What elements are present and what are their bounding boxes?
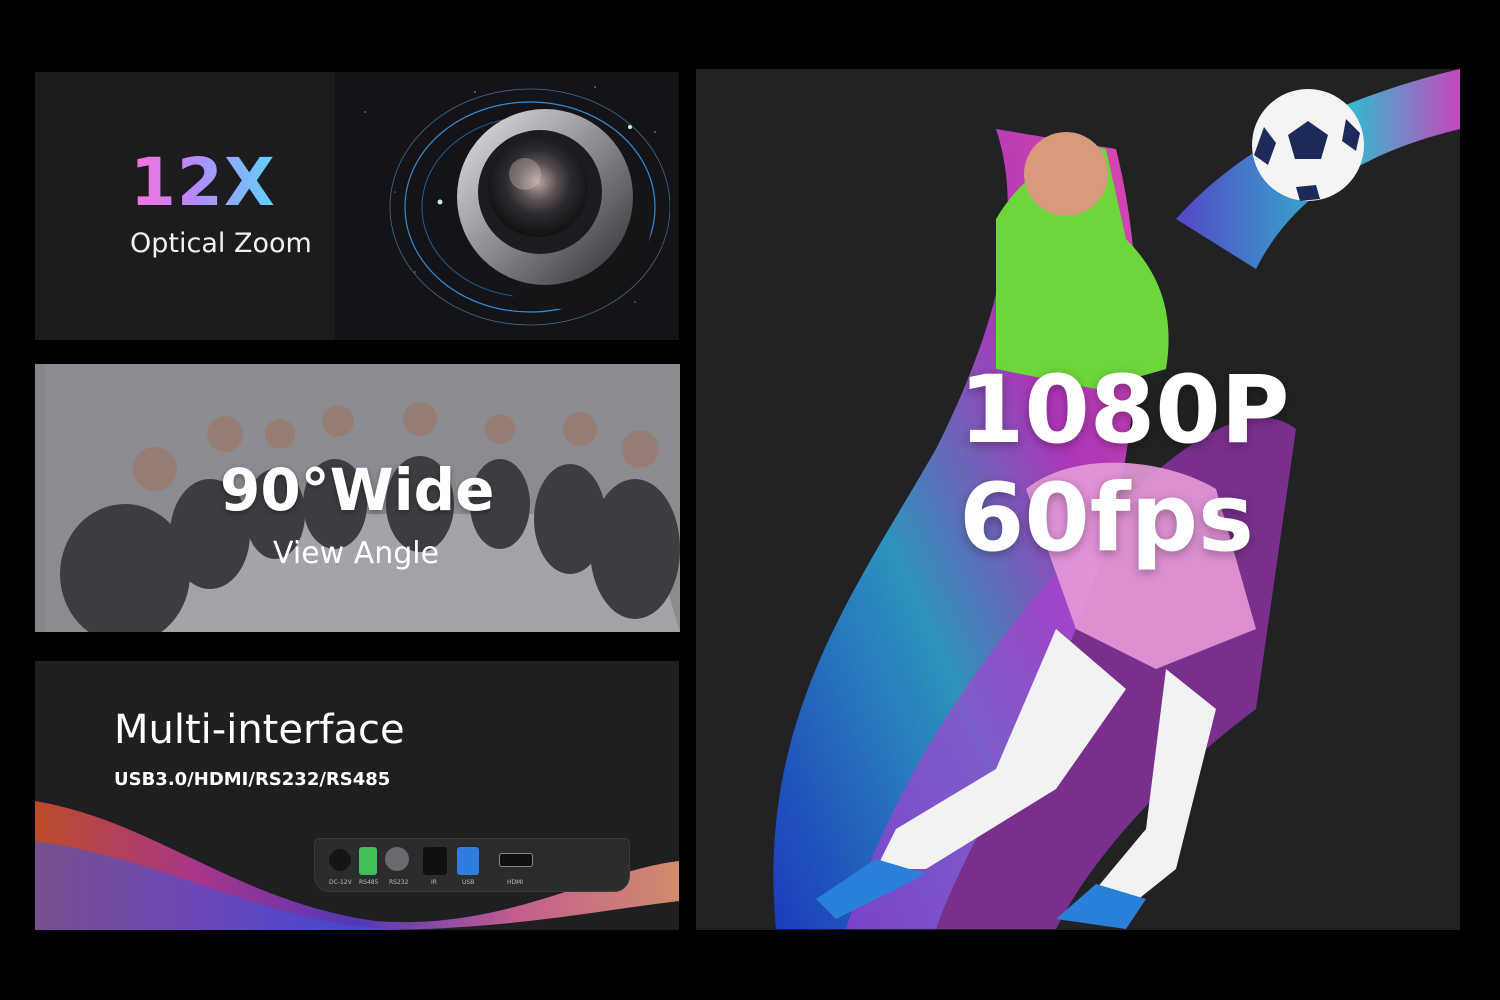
framerate-value: 60fps (959, 464, 1254, 573)
interface-panel: Multi-interface USB3.0/HDMI/RS232/RS485 … (35, 661, 679, 930)
usb-port (457, 847, 479, 875)
ir-window (423, 847, 447, 875)
device-rear-panel: DC-12V RS485 RS232 IR USB HDMI (314, 838, 630, 892)
port-label: IR (431, 879, 437, 886)
port-label: HDMI (507, 879, 524, 886)
optical-zoom-panel: 12X Optical Zoom (35, 72, 679, 340)
wide-angle-value: 90°Wide (220, 456, 495, 524)
dc-power-port (329, 849, 351, 871)
interface-title: Multi-interface (114, 707, 405, 753)
resolution-framerate-headline: 1080P 60fps (959, 357, 1290, 573)
camera-lens-image (389, 88, 670, 326)
port-label: RS232 (389, 879, 409, 886)
rs485-port (359, 847, 377, 875)
wide-angle-label: View Angle (273, 536, 440, 571)
port-label: USB (462, 879, 475, 886)
resolution-value: 1080P (959, 356, 1290, 465)
zoom-value: 12X (130, 144, 276, 221)
zoom-label: Optical Zoom (130, 228, 312, 259)
port-label: DC-12V (329, 879, 352, 886)
hdmi-port (499, 853, 533, 867)
resolution-hero-panel: 1080P 60fps (696, 69, 1460, 930)
wide-angle-panel: 90°Wide View Angle (35, 364, 680, 632)
port-label: RS485 (359, 879, 379, 886)
rs232-port (385, 847, 409, 871)
